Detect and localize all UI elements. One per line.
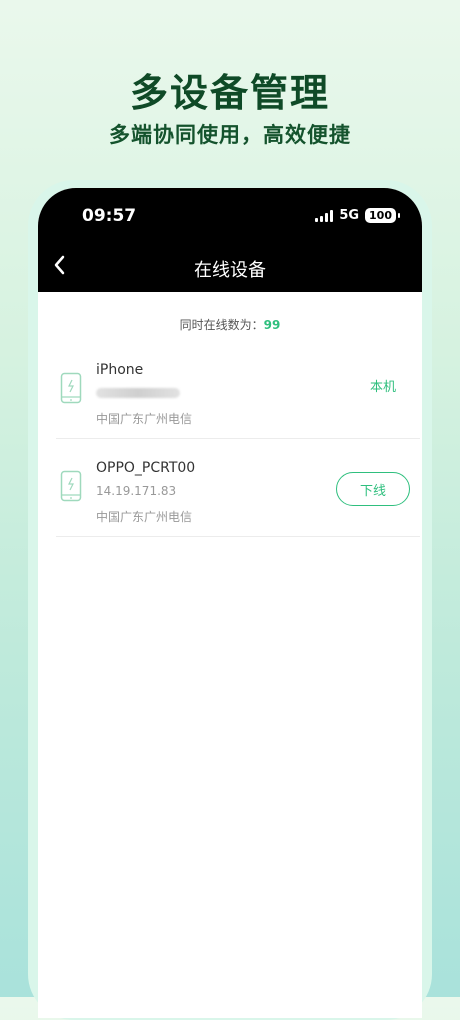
device-item: OPPO_PCRT00 14.19.171.83 中国广东广州电信 下线 xyxy=(56,438,420,537)
online-count: 同时在线数为：99 xyxy=(38,316,422,333)
device-name: iPhone xyxy=(96,362,144,378)
online-count-value: 99 xyxy=(263,318,281,332)
device-name: OPPO_PCRT00 xyxy=(96,460,196,476)
top-bar: 09:57 5G 100 在线设备 xyxy=(38,188,422,292)
network-type: 5G xyxy=(339,208,360,223)
promo-title: 多设备管理 xyxy=(129,71,330,115)
status-icons: 5G 100 xyxy=(315,208,400,223)
device-ip: 14.19.171.83 xyxy=(96,484,177,498)
device-item: iPhone 中国广东广州电信 本机 xyxy=(56,340,420,439)
phone-screen: 09:57 5G 100 在线设备 同时在线数为：99 iPhone 中国广东广… xyxy=(38,188,422,1018)
promo-subtitle: 多端协同使用，高效便捷 xyxy=(109,123,351,147)
offline-button[interactable]: 下线 xyxy=(336,472,410,506)
device-ip-redacted xyxy=(96,388,180,398)
signal-icon xyxy=(315,209,334,222)
status-time: 09:57 xyxy=(82,206,137,226)
device-location: 中国广东广州电信 xyxy=(96,510,193,524)
phone-icon xyxy=(60,470,82,502)
phone-icon xyxy=(60,372,82,404)
page-title: 在线设备 xyxy=(194,260,266,281)
battery-icon: 100 xyxy=(365,208,400,223)
current-device-label: 本机 xyxy=(369,380,396,395)
device-location: 中国广东广州电信 xyxy=(96,412,193,426)
online-count-label: 同时在线数为： xyxy=(179,318,264,332)
